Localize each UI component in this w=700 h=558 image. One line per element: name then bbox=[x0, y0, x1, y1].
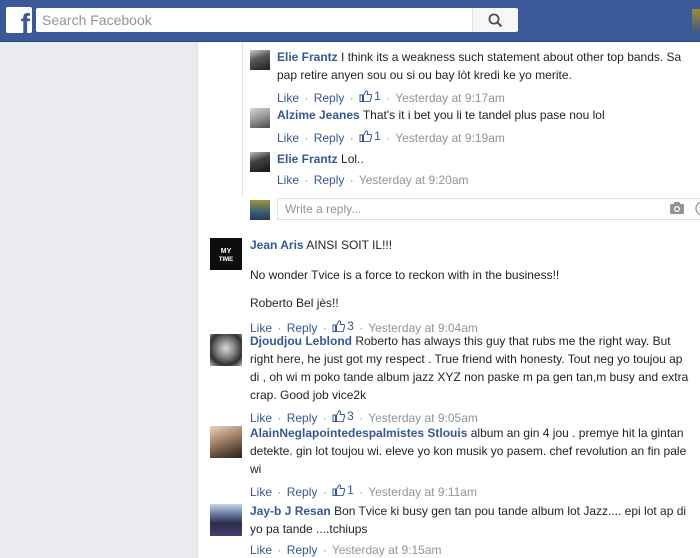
search-button[interactable] bbox=[472, 8, 518, 32]
like-count[interactable]: 1 bbox=[332, 482, 354, 498]
search-bar bbox=[36, 8, 518, 32]
avatar[interactable] bbox=[250, 152, 270, 172]
like-link[interactable]: Like bbox=[277, 131, 299, 145]
svg-text:MY: MY bbox=[221, 248, 232, 255]
search-input[interactable] bbox=[36, 8, 416, 32]
thumbs-up-icon bbox=[332, 484, 346, 496]
avatar[interactable]: MY TIME bbox=[210, 238, 242, 270]
commenter-name[interactable]: Elie Frantz bbox=[277, 152, 338, 166]
emoji-icon[interactable] bbox=[695, 201, 700, 216]
my-time-logo: MY TIME bbox=[210, 238, 242, 270]
commenter-name[interactable]: Jay-b J Resan bbox=[250, 504, 331, 518]
comment-timestamp[interactable]: Yesterday at 9:05am bbox=[368, 411, 478, 425]
like-link[interactable]: Like bbox=[277, 91, 299, 105]
comment-item: AlainNeglapointedespalmistes Stlouis alb… bbox=[210, 424, 694, 500]
commenter-name[interactable]: Alzime Jeanes bbox=[277, 108, 360, 122]
reply-link[interactable]: Reply bbox=[287, 485, 318, 499]
reply-composer bbox=[250, 198, 700, 222]
reply-item: Elie Frantz I think its a weakness such … bbox=[250, 48, 690, 106]
like-count[interactable]: 1 bbox=[359, 88, 381, 104]
thumbs-up-icon bbox=[332, 410, 346, 422]
commenter-name[interactable]: Jean Aris bbox=[250, 238, 304, 252]
reply-link[interactable]: Reply bbox=[287, 411, 318, 425]
comment-text: I think its a weakness such statement ab… bbox=[277, 50, 682, 82]
like-count[interactable]: 1 bbox=[359, 128, 381, 144]
thumbs-up-icon bbox=[359, 130, 373, 142]
thumbs-up-icon bbox=[359, 90, 373, 102]
comment-text: No wonder Tvice is a force to reckon wit… bbox=[250, 268, 560, 282]
comments-panel: Elie Frantz I think its a weakness such … bbox=[197, 42, 700, 558]
facebook-logo[interactable]: f bbox=[6, 7, 32, 33]
commenter-name[interactable]: AlainNeglapointedespalmistes Stlouis bbox=[250, 426, 467, 440]
comment-actions: Like · Reply · Yesterday at 9:20am bbox=[277, 173, 469, 187]
avatar[interactable] bbox=[250, 50, 270, 70]
like-link[interactable]: Like bbox=[250, 411, 272, 425]
profile-avatar[interactable] bbox=[692, 9, 700, 33]
reply-item: Elie Frantz Lol.. Like · Reply · Yesterd… bbox=[250, 150, 690, 188]
comment-item: MY TIME Jean Aris AINSI SOIT IL!!! No wo… bbox=[210, 236, 694, 336]
comment-timestamp[interactable]: Yesterday at 9:17am bbox=[395, 91, 505, 105]
reply-link[interactable]: Reply bbox=[314, 173, 345, 187]
reply-link[interactable]: Reply bbox=[314, 91, 345, 105]
comment-text: Roberto Bel jès!! bbox=[250, 296, 339, 310]
commenter-name[interactable]: Djoudjou Leblond bbox=[250, 334, 352, 348]
comment-actions: Like · Reply · 1 · Yesterday at 9:17am bbox=[277, 88, 505, 105]
comment-actions: Like · Reply · 1 · Yesterday at 9:11am bbox=[250, 482, 477, 499]
avatar[interactable] bbox=[250, 108, 270, 128]
comment-timestamp[interactable]: Yesterday at 9:19am bbox=[395, 131, 505, 145]
avatar[interactable] bbox=[210, 334, 242, 366]
search-icon bbox=[488, 13, 503, 27]
like-link[interactable]: Like bbox=[250, 543, 272, 557]
comment-text: That's it i bet you li te tandel plus pa… bbox=[362, 108, 605, 122]
comment-timestamp[interactable]: Yesterday at 9:20am bbox=[359, 173, 469, 187]
reply-field-box bbox=[277, 198, 700, 220]
avatar bbox=[250, 200, 270, 220]
like-count[interactable]: 3 bbox=[332, 408, 354, 424]
comment-item: Jay-b J Resan Bon Tvice ki busy gen tan … bbox=[210, 502, 694, 558]
reply-link[interactable]: Reply bbox=[314, 131, 345, 145]
like-link[interactable]: Like bbox=[250, 485, 272, 499]
comment-timestamp[interactable]: Yesterday at 9:15am bbox=[332, 543, 442, 557]
comment-text: AINSI SOIT IL!!! bbox=[306, 238, 393, 252]
like-link[interactable]: Like bbox=[277, 173, 299, 187]
comment-actions: Like · Reply · 1 · Yesterday at 9:19am bbox=[277, 128, 505, 145]
reply-thread-line bbox=[242, 42, 243, 196]
comment-item: Djoudjou Leblond Roberto has always this… bbox=[210, 332, 694, 426]
reply-link[interactable]: Reply bbox=[287, 543, 318, 557]
reply-input[interactable] bbox=[278, 199, 598, 219]
comment-timestamp[interactable]: Yesterday at 9:11am bbox=[368, 485, 477, 499]
reply-item: Alzime Jeanes That's it i bet you li te … bbox=[250, 106, 690, 146]
thumbs-up-icon bbox=[332, 320, 346, 332]
svg-text:TIME: TIME bbox=[219, 257, 233, 263]
top-navigation-bar: f bbox=[0, 0, 700, 42]
comment-text: Lol.. bbox=[341, 152, 364, 166]
camera-icon[interactable] bbox=[669, 201, 685, 215]
avatar[interactable] bbox=[210, 504, 242, 536]
comment-actions: Like · Reply · Yesterday at 9:15am bbox=[250, 543, 442, 557]
avatar[interactable] bbox=[210, 426, 242, 458]
commenter-name[interactable]: Elie Frantz bbox=[277, 50, 338, 64]
